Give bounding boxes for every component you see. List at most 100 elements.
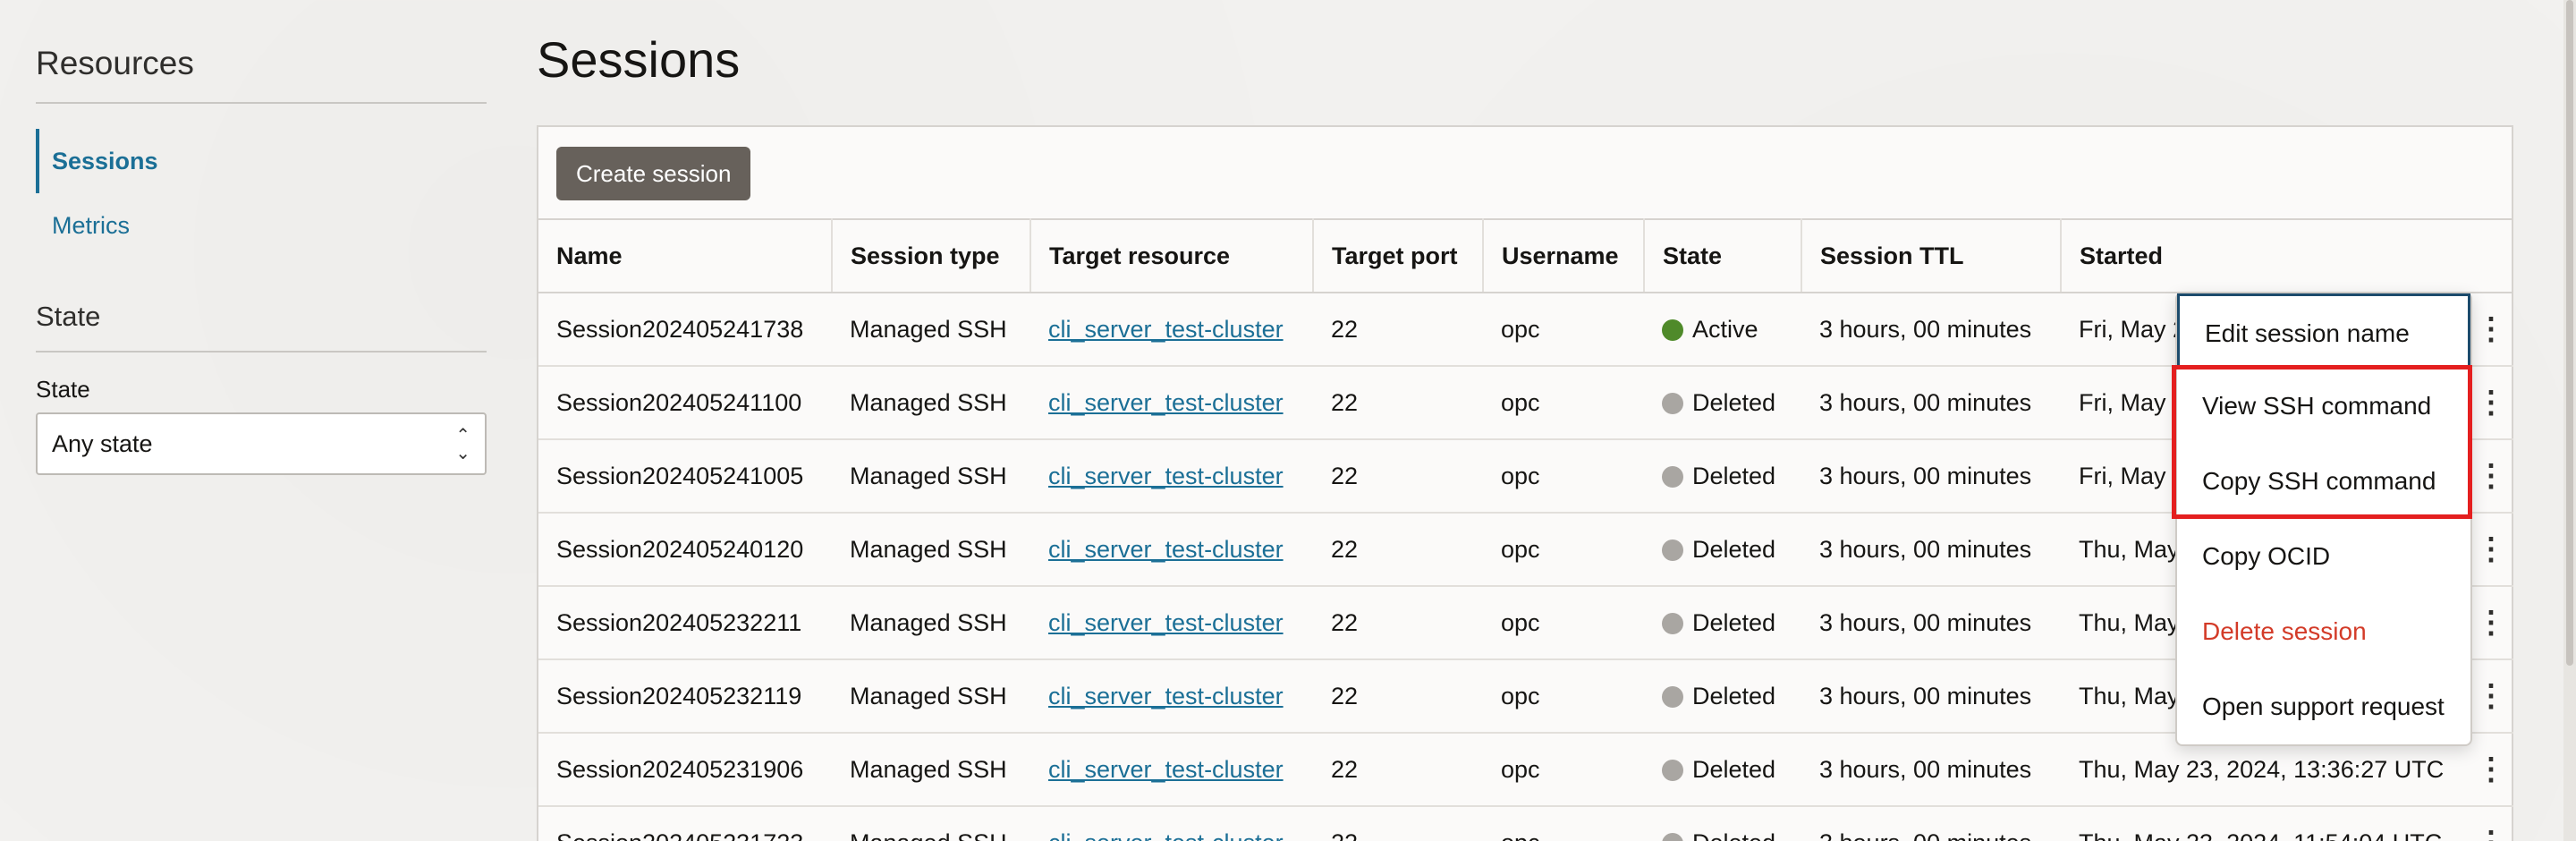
session-ttl-cell: 3 hours, 00 minutes (1801, 439, 2061, 514)
row-actions-cell: ⋮ (2469, 439, 2513, 514)
username-cell: opc (1483, 659, 1644, 734)
target-resource-cell: cli_server_test-cluster (1030, 366, 1313, 440)
kebab-menu-icon[interactable]: ⋮ (2476, 312, 2506, 346)
username-cell: opc (1483, 366, 1644, 440)
session-type-cell: Managed SSH (832, 733, 1030, 807)
session-ttl-cell: 3 hours, 00 minutes (1801, 293, 2061, 367)
row-actions-cell: ⋮ (2469, 293, 2513, 367)
target-port-cell: 22 (1313, 513, 1483, 587)
session-type-cell: Managed SSH (832, 513, 1030, 587)
status-dot-icon (1662, 759, 1683, 781)
state-filter-label: State (36, 376, 90, 403)
column-header-session-ttl[interactable]: Session TTL (1801, 218, 2062, 293)
kebab-menu-icon[interactable]: ⋮ (2476, 459, 2506, 493)
status-dot-icon (1662, 392, 1683, 414)
select-chevron-icon: ⌃ ⌄ (455, 426, 470, 463)
state-cell: Deleted (1644, 586, 1801, 660)
target-resource-cell: cli_server_test-cluster (1030, 586, 1313, 660)
delete-session-item[interactable]: Delete session (2177, 594, 2470, 669)
status-dot-icon (1662, 685, 1683, 708)
target-resource-cell: cli_server_test-cluster (1030, 659, 1313, 734)
column-header-name[interactable]: Name (538, 218, 833, 293)
session-name-cell: Session202405231723 (538, 806, 832, 841)
state-label: Deleted (1692, 535, 1776, 563)
target-port-cell: 22 (1313, 293, 1483, 367)
table-header-row: Name Session type Target resource Target… (538, 218, 2513, 293)
status-dot-icon (1662, 539, 1683, 561)
session-name-cell: Session202405232211 (538, 586, 832, 660)
session-type-cell: Managed SSH (832, 806, 1030, 841)
target-resource-link[interactable]: cli_server_test-cluster (1048, 389, 1284, 416)
target-resource-cell: cli_server_test-cluster (1030, 293, 1313, 367)
page-scrollbar[interactable] (2563, 0, 2576, 841)
state-cell: Deleted (1644, 806, 1801, 841)
status-dot-icon (1662, 612, 1683, 634)
session-type-cell: Managed SSH (832, 586, 1030, 660)
kebab-menu-icon[interactable]: ⋮ (2476, 679, 2506, 713)
row-actions-cell: ⋮ (2469, 586, 2513, 660)
row-actions-cell: ⋮ (2469, 366, 2513, 440)
column-header-started[interactable]: Started (2061, 218, 2469, 293)
target-resource-link[interactable]: cli_server_test-cluster (1048, 683, 1284, 709)
create-session-button[interactable]: Create session (556, 147, 751, 200)
status-dot-icon (1662, 465, 1683, 488)
username-cell: opc (1483, 439, 1644, 514)
page-title: Sessions (537, 31, 741, 88)
username-cell: opc (1483, 586, 1644, 660)
target-port-cell: 22 (1313, 806, 1483, 841)
kebab-menu-icon[interactable]: ⋮ (2476, 752, 2506, 786)
state-label: Deleted (1692, 682, 1776, 709)
table-row: Session202405231723Managed SSH cli_server… (538, 806, 2513, 841)
session-type-cell: Managed SSH (832, 293, 1030, 367)
target-port-cell: 22 (1313, 659, 1483, 734)
kebab-menu-icon[interactable]: ⋮ (2476, 532, 2506, 566)
state-cell: Deleted (1644, 439, 1801, 514)
scrollbar-thumb[interactable] (2566, 0, 2573, 666)
state-label: Deleted (1692, 462, 1776, 489)
edit-session-name-item[interactable]: Edit session name (2177, 293, 2470, 369)
column-header-state[interactable]: State (1644, 218, 1802, 293)
session-type-cell: Managed SSH (832, 659, 1030, 734)
target-resource-link[interactable]: cli_server_test-cluster (1048, 316, 1284, 343)
kebab-menu-icon[interactable]: ⋮ (2476, 386, 2506, 420)
state-label: Deleted (1692, 608, 1776, 636)
username-cell: opc (1483, 293, 1644, 367)
username-cell: opc (1483, 733, 1644, 807)
target-resource-cell: cli_server_test-cluster (1030, 733, 1313, 807)
sidebar: Resources Sessions Metrics State State A… (36, 45, 487, 475)
target-resource-link[interactable]: cli_server_test-cluster (1048, 463, 1284, 489)
row-actions-menu: Edit session name View SSH command Copy SS… (2175, 292, 2472, 746)
sidebar-item-sessions[interactable]: Sessions (36, 129, 487, 193)
column-header-username[interactable]: Username (1483, 218, 1645, 293)
column-header-target-port[interactable]: Target port (1313, 218, 1484, 293)
target-resource-link[interactable]: cli_server_test-cluster (1048, 829, 1284, 841)
column-header-session-type[interactable]: Session type (832, 218, 1031, 293)
started-cell: Thu, May 23, 2024, 11:54:04 UTC (2061, 806, 2469, 841)
row-actions-cell: ⋮ (2469, 806, 2513, 841)
target-resource-link[interactable]: cli_server_test-cluster (1048, 536, 1284, 563)
session-type-cell: Managed SSH (832, 439, 1030, 514)
copy-ocid-item[interactable]: Copy OCID (2177, 519, 2470, 594)
target-resource-cell: cli_server_test-cluster (1030, 439, 1313, 514)
session-ttl-cell: 3 hours, 00 minutes (1801, 586, 2061, 660)
session-name-cell: Session202405241005 (538, 439, 832, 514)
kebab-menu-icon[interactable]: ⋮ (2476, 826, 2506, 841)
username-cell: opc (1483, 806, 1644, 841)
kebab-menu-icon[interactable]: ⋮ (2476, 606, 2506, 640)
target-port-cell: 22 (1313, 733, 1483, 807)
state-label: Deleted (1692, 829, 1775, 841)
target-resource-link[interactable]: cli_server_test-cluster (1048, 756, 1284, 783)
resources-title: Resources (36, 45, 487, 104)
username-cell: opc (1483, 513, 1644, 587)
state-cell: Deleted (1644, 513, 1801, 587)
column-header-target-resource[interactable]: Target resource (1030, 218, 1314, 293)
target-resource-link[interactable]: cli_server_test-cluster (1048, 609, 1284, 636)
open-support-request-item[interactable]: Open support request (2177, 669, 2470, 744)
state-select[interactable]: Any state ⌃ ⌄ (36, 412, 487, 475)
sidebar-item-metrics[interactable]: Metrics (36, 193, 487, 258)
target-resource-cell: cli_server_test-cluster (1030, 806, 1313, 841)
status-dot-icon (1662, 319, 1683, 341)
state-cell: Active (1644, 293, 1801, 367)
row-actions-cell: ⋮ (2469, 513, 2513, 587)
session-type-cell: Managed SSH (832, 366, 1030, 440)
